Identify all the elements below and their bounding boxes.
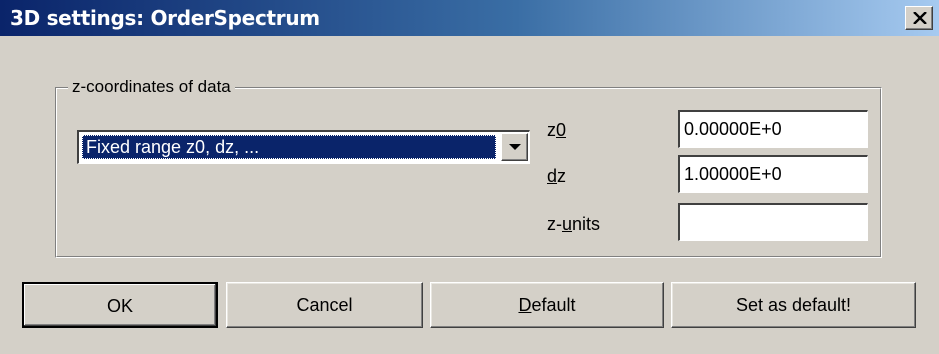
close-icon [913,12,927,24]
dz-field[interactable] [678,155,868,193]
title-bar: 3D settings: OrderSpectrum [0,0,939,36]
z-units-label: z-units [547,214,601,234]
dz-label: dz [547,166,567,186]
window-title: 3D settings: OrderSpectrum [10,6,320,30]
z-mode-selected-value: Fixed range z0, dz, ... [82,135,496,159]
z0-label: z0 [547,120,567,140]
group-legend: z-coordinates of data [68,76,235,98]
dropdown-button[interactable] [501,133,528,161]
ok-button[interactable]: OK [22,282,218,328]
chevron-down-icon [509,144,521,150]
z0-field[interactable] [678,110,868,148]
z-mode-select[interactable]: Fixed range z0, dz, ... [77,130,530,164]
default-button[interactable]: Default [430,282,664,328]
set-as-default-button[interactable]: Set as default! [671,282,916,328]
z-units-field[interactable] [678,203,868,241]
cancel-button[interactable]: Cancel [226,282,423,328]
close-button[interactable] [905,6,933,30]
